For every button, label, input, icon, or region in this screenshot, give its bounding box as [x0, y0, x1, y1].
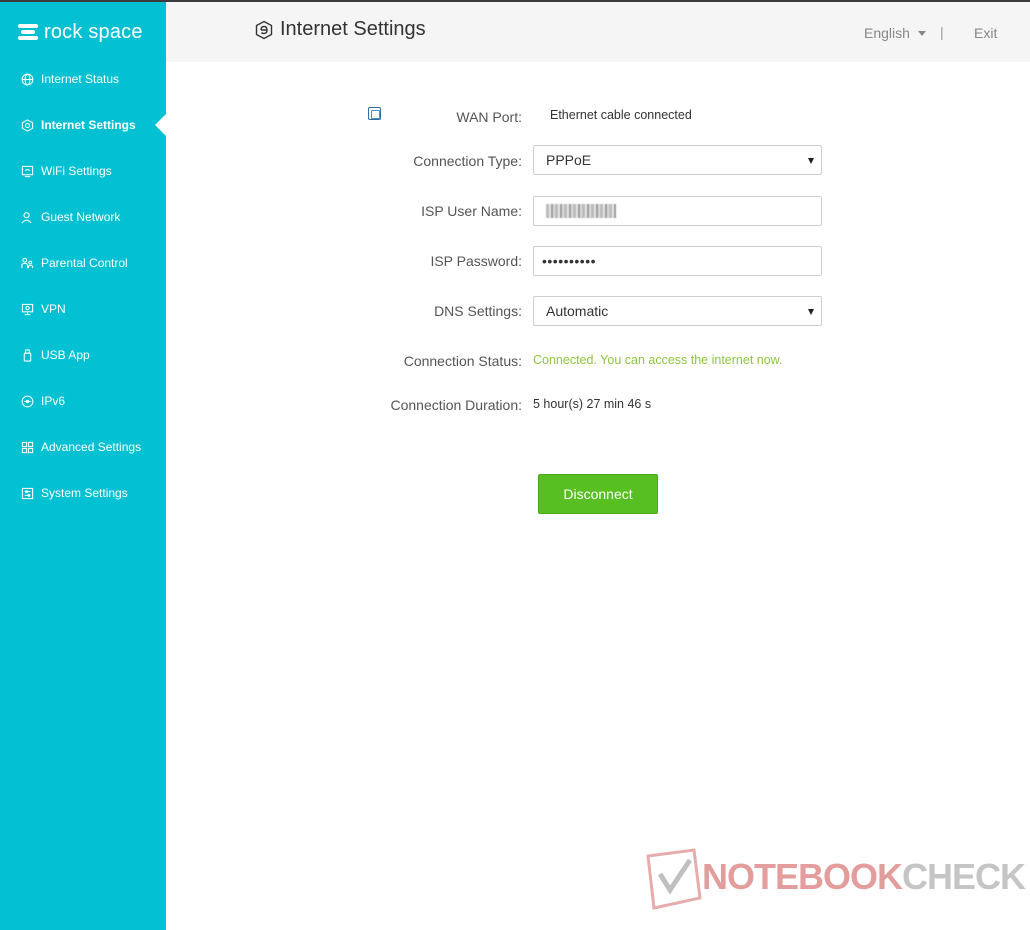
vpn-monitor-icon [20, 302, 34, 316]
wan-port-label: WAN Port: [456, 109, 522, 125]
connection-status-label: Connection Status: [403, 353, 522, 369]
sidebar-item-label: Parental Control [41, 256, 128, 270]
watermark-prefix: NOTEBOOK [702, 856, 903, 897]
header-separator: | [940, 24, 944, 40]
sidebar-item-label: Internet Settings [41, 118, 136, 132]
sidebar-item-advanced-settings[interactable]: Advanced Settings [0, 424, 166, 470]
sidebar-item-label: WiFi Settings [41, 164, 112, 178]
rock-space-logo-icon [18, 24, 38, 40]
connection-type-select[interactable]: PPPoE [533, 145, 822, 175]
system-settings-icon [20, 486, 34, 500]
page-title-text: Internet Settings [280, 18, 426, 40]
wan-port-value: Ethernet cable connected [550, 108, 692, 122]
watermark-text: NOTEBOOKCHECK [702, 856, 1026, 898]
isp-user-name-row: ISP User Name: [166, 196, 1030, 226]
connection-duration-label: Connection Duration: [390, 397, 522, 413]
sidebar-item-vpn[interactable]: VPN [0, 286, 166, 332]
sidebar-item-label: USB App [41, 348, 90, 362]
connection-status-row: Connection Status: Connected. You can ac… [166, 348, 1030, 378]
sidebar-item-parental-control[interactable]: Parental Control [0, 240, 166, 286]
internet-settings-icon [20, 118, 34, 132]
connection-type-row: Connection Type: PPPoE [166, 145, 1030, 175]
language-selector[interactable]: English [864, 25, 926, 41]
dns-settings-row: DNS Settings: Automatic [166, 296, 1030, 326]
sidebar-item-label: Internet Status [41, 72, 120, 86]
dropdown-arrow-icon [808, 158, 814, 164]
internet-settings-icon [255, 20, 273, 39]
ethernet-status-icon [368, 107, 381, 120]
isp-password-input[interactable]: •••••••••• [533, 246, 822, 276]
watermark-suffix: CHECK [902, 856, 1026, 897]
sidebar-item-ipv6[interactable]: IPv6 [0, 378, 166, 424]
connection-duration-value: 5 hour(s) 27 min 46 s [533, 397, 652, 411]
brand-logo: rock space [18, 20, 143, 44]
sidebar-item-wifi-settings[interactable]: WiFi Settings [0, 148, 166, 194]
header: Internet Settings English | Exit [166, 2, 1030, 62]
notebookcheck-logo-icon [646, 848, 702, 910]
dns-settings-label: DNS Settings: [434, 303, 522, 319]
sidebar: rock space Internet Status Internet Sett… [0, 2, 166, 930]
notebookcheck-watermark: NOTEBOOKCHECK [646, 848, 1026, 914]
dns-settings-select[interactable]: Automatic [533, 296, 822, 326]
ipv6-icon [20, 394, 34, 408]
connection-duration-row: Connection Duration: 5 hour(s) 27 min 46… [166, 393, 1030, 423]
sidebar-item-usb-app[interactable]: USB App [0, 332, 166, 378]
globe-icon [20, 72, 34, 86]
redacted-username [546, 204, 616, 218]
parental-control-icon [20, 256, 34, 270]
connection-type-value: PPPoE [546, 152, 592, 168]
sidebar-item-label: Guest Network [41, 210, 121, 224]
language-label: English [864, 25, 910, 41]
usb-icon [20, 348, 34, 362]
sidebar-nav: Internet Status Internet Settings WiFi S… [0, 56, 166, 516]
grid-icon [20, 440, 34, 454]
sidebar-item-internet-settings[interactable]: Internet Settings [0, 102, 166, 148]
guest-user-icon [20, 210, 34, 224]
sidebar-item-guest-network[interactable]: Guest Network [0, 194, 166, 240]
chevron-down-icon [917, 30, 926, 36]
isp-password-value: •••••••••• [542, 253, 597, 269]
sidebar-item-internet-status[interactable]: Internet Status [0, 56, 166, 102]
isp-user-name-label: ISP User Name: [421, 203, 522, 219]
sidebar-item-system-settings[interactable]: System Settings [0, 470, 166, 516]
isp-password-row: ISP Password: •••••••••• [166, 246, 1030, 276]
wifi-settings-icon [20, 164, 34, 178]
isp-password-label: ISP Password: [430, 253, 522, 269]
brand-name: rock space [44, 20, 143, 43]
sidebar-item-label: VPN [41, 302, 66, 316]
disconnect-button[interactable]: Disconnect [538, 474, 658, 514]
sidebar-item-label: Advanced Settings [41, 440, 142, 454]
dropdown-arrow-icon [808, 309, 814, 315]
page-title: Internet Settings [254, 18, 426, 41]
exit-link[interactable]: Exit [974, 25, 997, 41]
isp-user-name-input[interactable] [533, 196, 822, 226]
sidebar-item-label: IPv6 [41, 394, 66, 408]
sidebar-item-label: System Settings [41, 486, 128, 500]
wan-port-row: WAN Port: Ethernet cable connected [166, 103, 1030, 133]
dns-settings-value: Automatic [546, 303, 609, 319]
connection-type-label: Connection Type: [413, 153, 522, 169]
connection-status-value: Connected. You can access the internet n… [533, 353, 783, 367]
